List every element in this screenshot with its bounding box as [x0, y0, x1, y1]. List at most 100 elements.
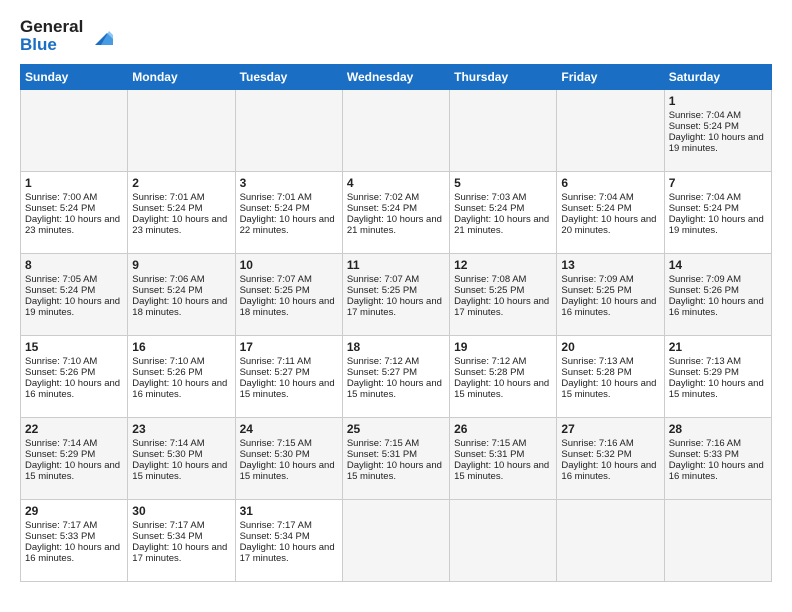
- day-number: 3: [240, 176, 338, 190]
- calendar-week-row: 22Sunrise: 7:14 AMSunset: 5:29 PMDayligh…: [21, 417, 772, 499]
- day-number: 5: [454, 176, 552, 190]
- daylight-label: Daylight: 10 hours and 16 minutes.: [561, 296, 656, 318]
- daylight-label: Daylight: 10 hours and 15 minutes.: [561, 378, 656, 400]
- daylight-label: Daylight: 10 hours and 15 minutes.: [132, 460, 227, 482]
- daylight-label: Daylight: 10 hours and 15 minutes.: [347, 378, 442, 400]
- calendar-cell: 13Sunrise: 7:09 AMSunset: 5:25 PMDayligh…: [557, 253, 664, 335]
- logo-general: General: [20, 18, 83, 36]
- sunrise-text: Sunrise: 7:15 AM: [347, 438, 419, 449]
- day-number: 4: [347, 176, 445, 190]
- daylight-label: Daylight: 10 hours and 15 minutes.: [240, 378, 335, 400]
- daylight-label: Daylight: 10 hours and 20 minutes.: [561, 214, 656, 236]
- calendar-cell: [21, 89, 128, 171]
- calendar-cell: [235, 89, 342, 171]
- calendar-cell: 26Sunrise: 7:15 AMSunset: 5:31 PMDayligh…: [450, 417, 557, 499]
- sunset-text: Sunset: 5:32 PM: [561, 449, 631, 460]
- daylight-label: Daylight: 10 hours and 19 minutes.: [669, 214, 764, 236]
- day-number: 31: [240, 504, 338, 518]
- daylight-label: Daylight: 10 hours and 21 minutes.: [347, 214, 442, 236]
- day-number: 15: [25, 340, 123, 354]
- sunset-text: Sunset: 5:26 PM: [25, 367, 95, 378]
- daylight-label: Daylight: 10 hours and 17 minutes.: [347, 296, 442, 318]
- daylight-label: Daylight: 10 hours and 15 minutes.: [25, 460, 120, 482]
- calendar-cell: [557, 499, 664, 581]
- calendar-cell: 31Sunrise: 7:17 AMSunset: 5:34 PMDayligh…: [235, 499, 342, 581]
- calendar-cell: 8Sunrise: 7:05 AMSunset: 5:24 PMDaylight…: [21, 253, 128, 335]
- calendar-cell: 17Sunrise: 7:11 AMSunset: 5:27 PMDayligh…: [235, 335, 342, 417]
- calendar-cell: 29Sunrise: 7:17 AMSunset: 5:33 PMDayligh…: [21, 499, 128, 581]
- sunset-text: Sunset: 5:25 PM: [454, 285, 524, 296]
- sunset-text: Sunset: 5:24 PM: [132, 203, 202, 214]
- sunset-text: Sunset: 5:29 PM: [25, 449, 95, 460]
- calendar-cell: 5 Sunrise: 7:03 AMSunset: 5:24 PMDaylight…: [450, 171, 557, 253]
- sunrise-text: Sunrise: 7:15 AM: [454, 438, 526, 449]
- sunrise-text: Sunrise: 7:06 AM: [132, 274, 204, 285]
- calendar-cell: [342, 499, 449, 581]
- logo-blue: Blue: [20, 36, 83, 54]
- daylight-label: Daylight: 10 hours and 15 minutes.: [240, 460, 335, 482]
- sunset-text: Sunset: 5:34 PM: [240, 531, 310, 542]
- calendar-cell: 30Sunrise: 7:17 AMSunset: 5:34 PMDayligh…: [128, 499, 235, 581]
- calendar-cell: 23Sunrise: 7:14 AMSunset: 5:30 PMDayligh…: [128, 417, 235, 499]
- sunset-text: Sunset: 5:24 PM: [454, 203, 524, 214]
- calendar-cell: 27Sunrise: 7:16 AMSunset: 5:32 PMDayligh…: [557, 417, 664, 499]
- calendar-cell: [664, 499, 771, 581]
- sunrise-text: Sunrise: 7:09 AM: [561, 274, 633, 285]
- day-number: 22: [25, 422, 123, 436]
- sunset-text: Sunset: 5:33 PM: [669, 449, 739, 460]
- daylight-label: Daylight: 10 hours and 15 minutes.: [669, 378, 764, 400]
- calendar-cell: [128, 89, 235, 171]
- calendar-cell: 6Sunrise: 7:04 AMSunset: 5:24 PMDaylight…: [557, 171, 664, 253]
- sunrise-text: Sunrise: 7:10 AM: [132, 356, 204, 367]
- sunset-text: Sunset: 5:24 PM: [561, 203, 631, 214]
- day-number: 17: [240, 340, 338, 354]
- daylight-label: Daylight: 10 hours and 17 minutes.: [132, 542, 227, 564]
- column-header-wednesday: Wednesday: [342, 64, 449, 89]
- column-header-saturday: Saturday: [664, 64, 771, 89]
- daylight-label: Daylight: 10 hours and 18 minutes.: [240, 296, 335, 318]
- daylight-label: Daylight: 10 hours and 16 minutes.: [25, 542, 120, 564]
- calendar-cell: 25Sunrise: 7:15 AMSunset: 5:31 PMDayligh…: [342, 417, 449, 499]
- sunset-text: Sunset: 5:30 PM: [240, 449, 310, 460]
- day-number: 13: [561, 258, 659, 272]
- calendar-cell: 10Sunrise: 7:07 AMSunset: 5:25 PMDayligh…: [235, 253, 342, 335]
- sunrise-text: Sunrise: 7:04 AM: [669, 192, 741, 203]
- day-number: 29: [25, 504, 123, 518]
- day-number: 18: [347, 340, 445, 354]
- calendar-cell: 18Sunrise: 7:12 AMSunset: 5:27 PMDayligh…: [342, 335, 449, 417]
- calendar-cell: 11Sunrise: 7:07 AMSunset: 5:25 PMDayligh…: [342, 253, 449, 335]
- sunset-text: Sunset: 5:26 PM: [669, 285, 739, 296]
- column-header-thursday: Thursday: [450, 64, 557, 89]
- sunrise-text: Sunrise: 7:02 AM: [347, 192, 419, 203]
- sunset-text: Sunset: 5:24 PM: [25, 203, 95, 214]
- daylight-label: Daylight: 10 hours and 16 minutes.: [25, 378, 120, 400]
- day-number: 27: [561, 422, 659, 436]
- sunset-text: Sunset: 5:24 PM: [240, 203, 310, 214]
- sunrise-text: Sunrise: 7:13 AM: [561, 356, 633, 367]
- calendar-week-row: 15Sunrise: 7:10 AMSunset: 5:26 PMDayligh…: [21, 335, 772, 417]
- calendar-cell: 14Sunrise: 7:09 AMSunset: 5:26 PMDayligh…: [664, 253, 771, 335]
- sunset-text: Sunset: 5:28 PM: [454, 367, 524, 378]
- calendar-cell: 9Sunrise: 7:06 AMSunset: 5:24 PMDaylight…: [128, 253, 235, 335]
- daylight-label: Daylight: 10 hours and 19 minutes.: [669, 132, 764, 154]
- sunset-text: Sunset: 5:25 PM: [240, 285, 310, 296]
- column-header-sunday: Sunday: [21, 64, 128, 89]
- daylight-label: Daylight: 10 hours and 16 minutes.: [561, 460, 656, 482]
- daylight-label: Daylight: 10 hours and 19 minutes.: [25, 296, 120, 318]
- sunrise-text: Sunrise: 7:03 AM: [454, 192, 526, 203]
- calendar-table: SundayMondayTuesdayWednesdayThursdayFrid…: [20, 64, 772, 582]
- day-number: 11: [347, 258, 445, 272]
- calendar-cell: [557, 89, 664, 171]
- sunrise-text: Sunrise: 7:12 AM: [347, 356, 419, 367]
- sunrise-text: Sunrise: 7:10 AM: [25, 356, 97, 367]
- calendar-cell: 1Sunrise: 7:04 AMSunset: 5:24 PMDaylight…: [664, 89, 771, 171]
- day-number: 16: [132, 340, 230, 354]
- calendar-cell: 16Sunrise: 7:10 AMSunset: 5:26 PMDayligh…: [128, 335, 235, 417]
- daylight-label: Daylight: 10 hours and 21 minutes.: [454, 214, 549, 236]
- day-number: 10: [240, 258, 338, 272]
- calendar-cell: [450, 499, 557, 581]
- sunrise-text: Sunrise: 7:01 AM: [240, 192, 312, 203]
- daylight-label: Daylight: 10 hours and 22 minutes.: [240, 214, 335, 236]
- sunset-text: Sunset: 5:24 PM: [669, 203, 739, 214]
- calendar-cell: 4Sunrise: 7:02 AMSunset: 5:24 PMDaylight…: [342, 171, 449, 253]
